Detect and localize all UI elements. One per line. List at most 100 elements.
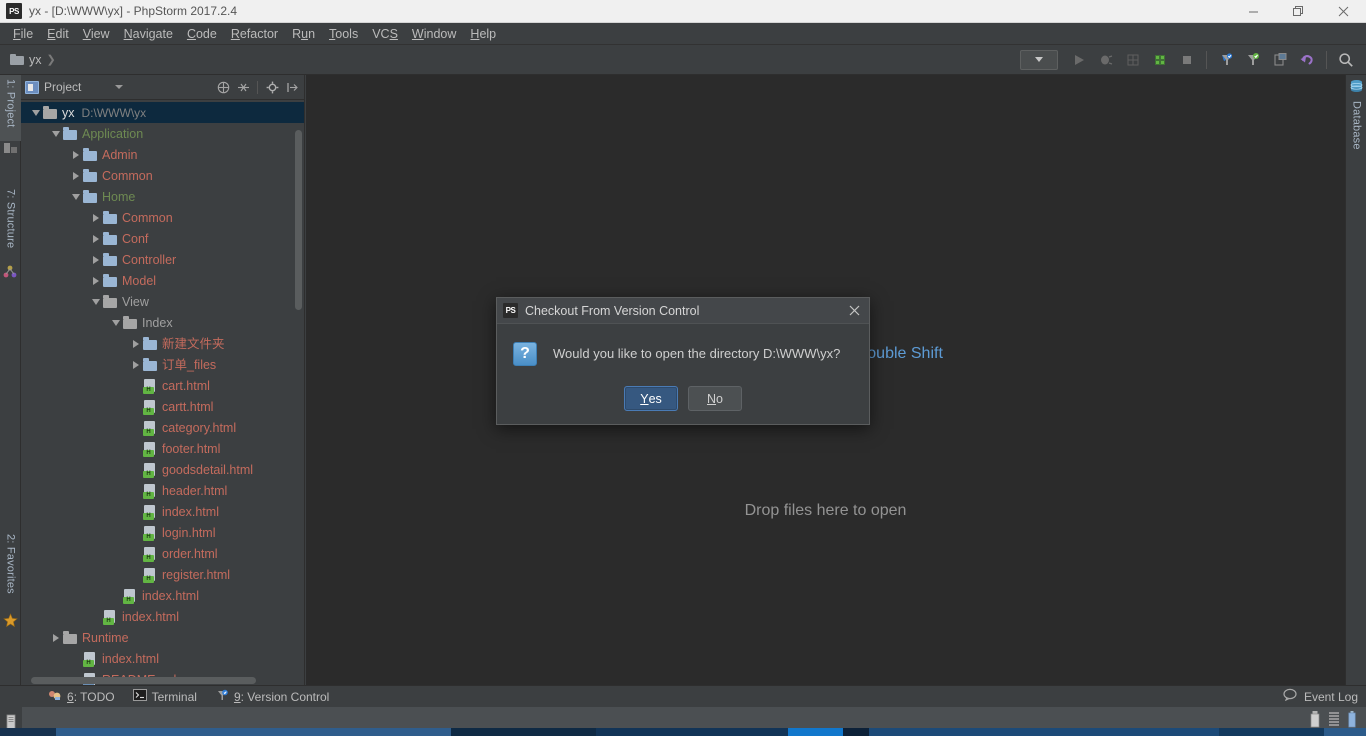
chevron-down-icon[interactable] — [49, 127, 62, 140]
breadcrumb[interactable]: yx ❯ — [10, 53, 56, 67]
html-file-icon — [102, 609, 118, 625]
chevron-right-icon[interactable] — [129, 358, 142, 371]
tree-row[interactable]: footer.html — [21, 438, 304, 459]
folder-source-icon — [102, 231, 118, 247]
project-file-tree[interactable]: yx D:\WWW\yx Application Admin Common Home Com… — [21, 100, 304, 685]
app-logo-icon: PS — [6, 3, 22, 19]
tree-row[interactable]: cart.html — [21, 375, 304, 396]
sidebar-item-database[interactable]: Database — [1346, 97, 1366, 169]
run-configuration-selector[interactable] — [1020, 49, 1058, 70]
tree-row[interactable]: category.html — [21, 417, 304, 438]
close-icon[interactable] — [845, 302, 863, 320]
chevron-down-icon[interactable] — [69, 190, 82, 203]
vcs-update-icon[interactable] — [1214, 48, 1238, 72]
tree-row[interactable]: 新建文件夹 — [21, 333, 304, 354]
stop-icon[interactable] — [1175, 48, 1199, 72]
chevron-right-icon[interactable] — [69, 148, 82, 161]
profile-icon[interactable] — [1148, 48, 1172, 72]
chevron-right-icon[interactable] — [89, 232, 102, 245]
tree-row[interactable]: Common — [21, 207, 304, 228]
html-file-icon — [142, 378, 158, 394]
menu-help[interactable]: Help — [463, 25, 503, 43]
chevron-right-icon[interactable] — [89, 253, 102, 266]
menu-run[interactable]: Run — [285, 25, 322, 43]
menu-vcs[interactable]: VCS — [365, 25, 405, 43]
tree-row[interactable]: index.html — [21, 606, 304, 627]
settings-gear-icon[interactable] — [264, 79, 280, 95]
tree-row[interactable]: yx D:\WWW\yx — [21, 102, 304, 123]
project-icon — [3, 141, 18, 155]
menu-window[interactable]: Window — [405, 25, 463, 43]
chevron-right-icon[interactable] — [49, 631, 62, 644]
tree-row[interactable]: Controller — [21, 249, 304, 270]
tree-row[interactable]: order.html — [21, 543, 304, 564]
menu-tools[interactable]: Tools — [322, 25, 365, 43]
undo-icon[interactable] — [1295, 48, 1319, 72]
yes-button[interactable]: Yes — [624, 386, 678, 411]
chevron-right-icon[interactable] — [129, 337, 142, 350]
tree-row[interactable]: 订单_files — [21, 354, 304, 375]
status-bar-item-todo-label: 6: TODO — [67, 689, 115, 704]
tree-row[interactable]: header.html — [21, 480, 304, 501]
tree-row[interactable]: index.html — [21, 585, 304, 606]
tree-row[interactable]: register.html — [21, 564, 304, 585]
tree-row[interactable]: index.html — [21, 648, 304, 669]
coverage-icon[interactable] — [1121, 48, 1145, 72]
html-file-icon — [142, 504, 158, 520]
html-file-icon — [142, 483, 158, 499]
chevron-right-icon[interactable] — [89, 274, 102, 287]
app-logo-icon: PS — [503, 303, 518, 318]
chevron-down-icon[interactable] — [89, 295, 102, 308]
tree-row[interactable]: cartt.html — [21, 396, 304, 417]
menu-refactor[interactable]: Refactor — [224, 25, 285, 43]
tree-row[interactable]: goodsdetail.html — [21, 459, 304, 480]
search-icon[interactable] — [1334, 48, 1358, 72]
sidebar-item-favorites[interactable]: 2: Favorites — [0, 530, 21, 612]
restore-icon[interactable] — [1276, 0, 1321, 23]
debug-icon[interactable] — [1094, 48, 1118, 72]
chevron-down-icon[interactable] — [115, 85, 124, 89]
status-bar-item-todo[interactable]: 6: TODO — [48, 689, 115, 705]
sidebar-item-structure[interactable]: 7: Structure — [0, 185, 21, 265]
vcs-diff-icon[interactable] — [1268, 48, 1292, 72]
chevron-right-icon[interactable] — [69, 169, 82, 182]
tree-row[interactable]: Conf — [21, 228, 304, 249]
tree-row[interactable]: login.html — [21, 522, 304, 543]
sidebar-item-project[interactable]: 1: Project — [0, 75, 21, 141]
minimize-icon[interactable] — [1231, 0, 1276, 23]
tree-row[interactable]: index.html — [21, 501, 304, 522]
chevron-down-icon[interactable] — [109, 316, 122, 329]
menu-edit[interactable]: Edit — [40, 25, 76, 43]
run-icon[interactable] — [1067, 48, 1091, 72]
close-icon[interactable] — [1321, 0, 1366, 23]
menu-view[interactable]: View — [76, 25, 117, 43]
menu-code[interactable]: Code — [180, 25, 224, 43]
tree-row[interactable]: Home — [21, 186, 304, 207]
tree-row[interactable]: Application — [21, 123, 304, 144]
dialog-message: Would you like to open the directory D:\… — [553, 346, 841, 361]
vcs-commit-icon[interactable] — [1241, 48, 1265, 72]
tree-row[interactable]: Index — [21, 312, 304, 333]
project-tree-horizontal-scrollbar[interactable] — [31, 677, 256, 684]
menu-navigate[interactable]: Navigate — [117, 25, 180, 43]
tree-row[interactable]: Common — [21, 165, 304, 186]
no-button[interactable]: No — [688, 386, 742, 411]
right-tool-window-bar: Database — [1345, 75, 1366, 685]
collapse-all-icon[interactable] — [215, 79, 231, 95]
status-bar-item-terminal[interactable]: Terminal — [132, 689, 197, 704]
tree-row[interactable]: Runtime — [21, 627, 304, 648]
chevron-right-icon[interactable] — [89, 211, 102, 224]
hide-panel-icon[interactable] — [284, 79, 300, 95]
scroll-from-source-icon[interactable] — [235, 79, 251, 95]
tree-row[interactable]: Model — [21, 270, 304, 291]
tree-row[interactable]: View — [21, 291, 304, 312]
chevron-down-icon[interactable] — [29, 106, 42, 119]
tree-row[interactable]: Admin — [21, 144, 304, 165]
status-bar-event-log-label[interactable]: Event Log — [1304, 690, 1358, 704]
status-bar-item-version-control[interactable]: 9: Version Control — [215, 689, 329, 705]
tree-row-label: Common — [102, 168, 153, 183]
project-tree-vertical-scrollbar[interactable] — [295, 130, 302, 310]
folder-icon — [62, 630, 78, 646]
project-tool-window: Project yx D:\WWW\yx Application Admin C… — [21, 75, 305, 685]
menu-file[interactable]: File — [6, 25, 40, 43]
